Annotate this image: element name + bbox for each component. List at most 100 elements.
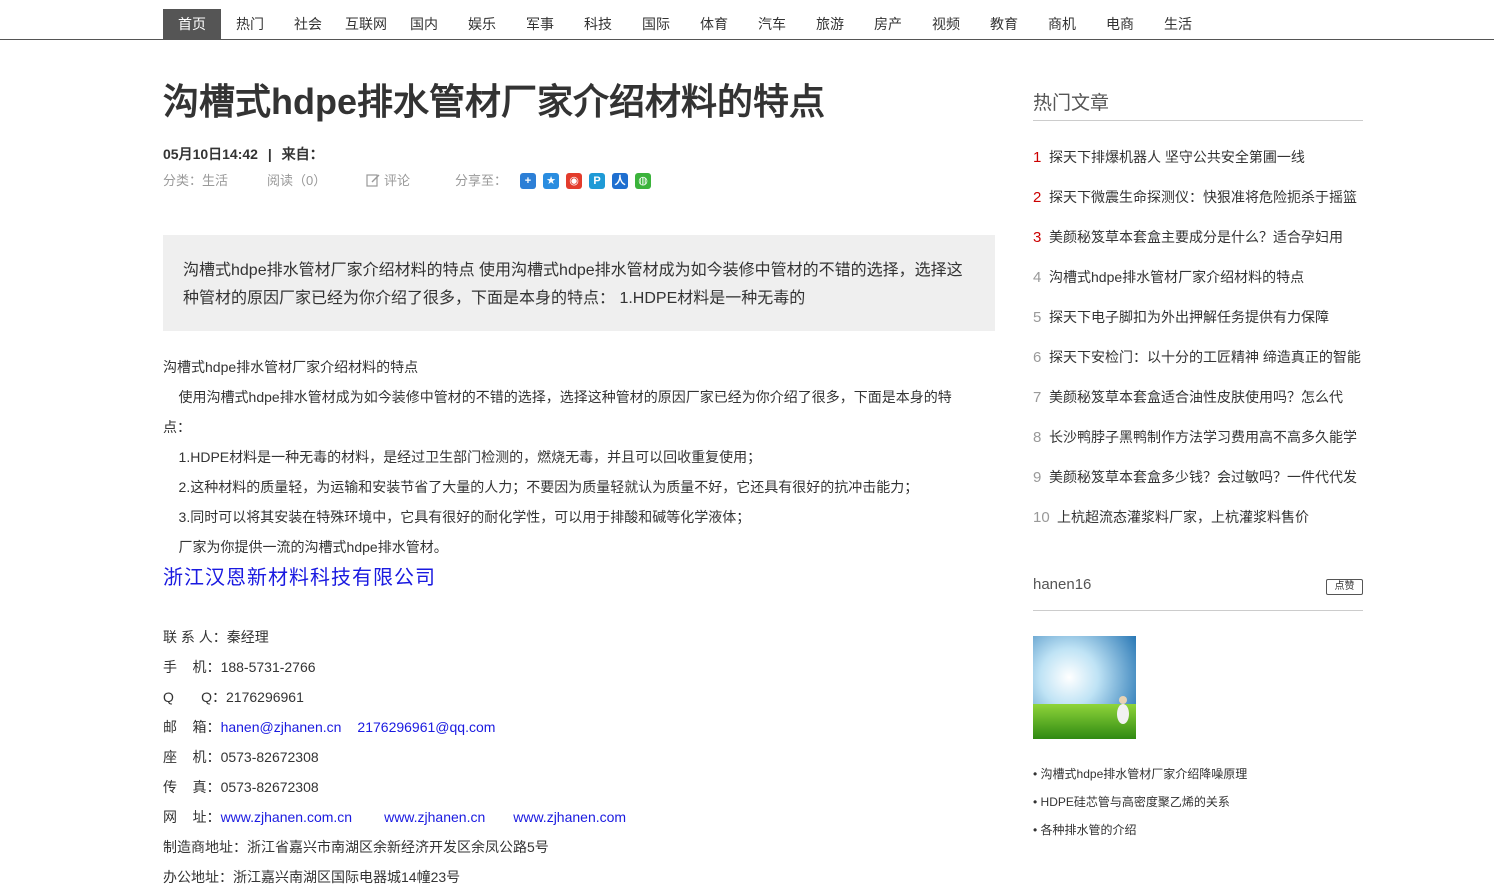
related-article-item[interactable]: 沟槽式hdpe排水管材厂家介绍降噪原理 bbox=[1033, 762, 1248, 790]
contact-tel: 座 机：0573-82672308 bbox=[163, 742, 319, 772]
share-label: 分享至： bbox=[455, 173, 508, 188]
related-article-item[interactable]: HDPE硅芯管与高密度聚乙烯的关系 bbox=[1033, 790, 1247, 818]
hot-article-title[interactable]: 探天下微震生命探测仪：快狠准将危险扼杀于摇篮 bbox=[1049, 189, 1357, 205]
contact-qq: Q Q：2176296961 bbox=[163, 682, 304, 712]
contact-label: 手 机： bbox=[163, 659, 221, 675]
article-summary: 沟槽式hdpe排水管材厂家介绍材料的特点 使用沟槽式hdpe排水管材成为如今装修… bbox=[163, 235, 995, 331]
comment-link[interactable]: 评论 bbox=[366, 171, 410, 191]
renren-icon[interactable]: 人 bbox=[612, 173, 628, 189]
like-button[interactable]: 点赞 bbox=[1326, 579, 1363, 595]
hot-article-title[interactable]: 美颜秘笈草本套盒多少钱？会过敏吗？一件代代发 bbox=[1049, 469, 1357, 485]
nav-item[interactable]: 商机 bbox=[1033, 9, 1091, 39]
related-article-item[interactable]: 各种排水管的介绍 bbox=[1033, 818, 1247, 846]
nav-item[interactable]: 首页 bbox=[163, 9, 221, 39]
share-icons: + ★ ◉ P 人 ◍ bbox=[520, 173, 651, 189]
author-name[interactable]: hanen16 bbox=[1033, 576, 1091, 593]
email-link[interactable]: 2176296961@qq.com bbox=[357, 719, 495, 735]
hot-article-item[interactable]: 7 美颜秘笈草本套盒适合油性皮肤使用吗？怎么代 bbox=[1033, 382, 1363, 422]
hot-article-item[interactable]: 9 美颜秘笈草本套盒多少钱？会过敏吗？一件代代发 bbox=[1033, 462, 1363, 502]
contact-value: 188-5731-2766 bbox=[220, 659, 316, 675]
nav-list: 首页 热门 社会 互联网 国内 娱乐 军事 科技 国际 体育 汽车 旅游 房产 视频 教育 商机 电商 生活 bbox=[163, 9, 1207, 39]
hot-article-item[interactable]: 10 上杭超流态灌浆料厂家，上杭灌浆料售价 bbox=[1033, 502, 1363, 542]
nav-item[interactable]: 电商 bbox=[1091, 9, 1149, 39]
contact-label: 网 址： bbox=[163, 809, 221, 825]
rank-number: 8 bbox=[1033, 429, 1042, 446]
summary-text: 沟槽式hdpe排水管材厂家介绍材料的特点 使用沟槽式hdpe排水管材成为如今装修… bbox=[183, 262, 963, 307]
qzone-icon[interactable]: + bbox=[520, 173, 536, 189]
nav-item[interactable]: 国内 bbox=[395, 9, 453, 39]
wechat-icon[interactable]: ◍ bbox=[635, 173, 651, 189]
hot-article-title[interactable]: 探天下排爆机器人 坚守公共安全第圃一线 bbox=[1049, 149, 1305, 165]
contact-person: 联 系 人：秦经理 bbox=[163, 622, 269, 652]
nav-item[interactable]: 军事 bbox=[511, 9, 569, 39]
hot-article-title[interactable]: 美颜秘笈草本套盒主要成分是什么？适合孕妇用 bbox=[1049, 229, 1343, 245]
hot-articles-title: 热门文章 bbox=[1033, 93, 1110, 114]
nav-item[interactable]: 娱乐 bbox=[453, 9, 511, 39]
meta-separator: | bbox=[267, 146, 272, 162]
hot-article-item[interactable]: 5 探天下电子脚扣为外出押解任务提供有力保障 bbox=[1033, 302, 1363, 342]
contact-email: 邮 箱：hanen@zjhanen.cn 2176296961@qq.com bbox=[163, 712, 495, 742]
article-category[interactable]: 分类：生活 bbox=[163, 171, 228, 191]
contact-office-address: 办公地址：浙江嘉兴南湖区国际电器城14幢23号 bbox=[163, 862, 460, 892]
nav-item[interactable]: 生活 bbox=[1149, 9, 1207, 39]
nav-item[interactable]: 体育 bbox=[685, 9, 743, 39]
website-link[interactable]: www.zjhanen.cn bbox=[384, 809, 485, 825]
contact-factory-address: 制造商地址：浙江省嘉兴市南湖区余新经济开发区余凤公路5号 bbox=[163, 832, 549, 862]
hot-article-title[interactable]: 沟槽式hdpe排水管材厂家介绍材料的特点 bbox=[1049, 269, 1304, 285]
rank-number: 4 bbox=[1033, 269, 1042, 286]
nav-item[interactable]: 教育 bbox=[975, 9, 1033, 39]
hot-article-item[interactable]: 8 长沙鸭脖子黑鸭制作方法学习费用高不高多久能学 bbox=[1033, 422, 1363, 462]
website-link[interactable]: www.zjhanen.com.cn bbox=[221, 809, 353, 825]
contact-value: 秦经理 bbox=[226, 629, 269, 645]
email-link[interactable]: hanen@zjhanen.cn bbox=[221, 719, 342, 735]
contact-website: 网 址：www.zjhanen.com.cn www.zjhanen.cn www.… bbox=[163, 802, 626, 832]
paragraph: 沟槽式hdpe排水管材厂家介绍材料的特点 bbox=[163, 359, 419, 375]
qq-icon[interactable]: ★ bbox=[543, 173, 559, 189]
rank-number: 2 bbox=[1033, 189, 1042, 206]
hot-article-item[interactable]: 6 探天下安检门：以十分的工匠精神 缔造真正的智能 bbox=[1033, 342, 1363, 382]
hot-article-item[interactable]: 4 沟槽式hdpe排水管材厂家介绍材料的特点 bbox=[1033, 262, 1363, 302]
contact-label: 办公地址： bbox=[163, 869, 233, 885]
rank-number: 3 bbox=[1033, 229, 1042, 246]
hot-article-item[interactable]: 2 探天下微震生命探测仪：快狠准将危险扼杀于摇篮 bbox=[1033, 182, 1363, 222]
nav-item[interactable]: 汽车 bbox=[743, 9, 801, 39]
nav-item[interactable]: 视频 bbox=[917, 9, 975, 39]
contact-label: 邮 箱： bbox=[163, 719, 221, 735]
divider bbox=[1033, 610, 1363, 611]
company-name[interactable]: 浙江汉恩新材料科技有限公司 bbox=[163, 561, 436, 590]
contact-label: 传 真： bbox=[163, 779, 221, 795]
article-info-bar: 分类：生活 阅读（0） 评论 分享至： + ★ ◉ P 人 ◍ bbox=[163, 171, 995, 191]
hot-article-title[interactable]: 美颜秘笈草本套盒适合油性皮肤使用吗？怎么代 bbox=[1049, 389, 1343, 405]
nav-item[interactable]: 社会 bbox=[279, 9, 337, 39]
nav-item[interactable]: 科技 bbox=[569, 9, 627, 39]
hot-article-title[interactable]: 上杭超流态灌浆料厂家，上杭灌浆料售价 bbox=[1057, 509, 1309, 525]
hot-article-title[interactable]: 探天下电子脚扣为外出押解任务提供有力保障 bbox=[1049, 309, 1329, 325]
nav-item[interactable]: 互联网 bbox=[337, 9, 395, 39]
rank-number: 7 bbox=[1033, 389, 1042, 406]
contact-label: 联 系 人： bbox=[163, 629, 227, 645]
rank-number: 10 bbox=[1033, 509, 1050, 526]
website-link[interactable]: www.zjhanen.com bbox=[513, 809, 626, 825]
nav-item[interactable]: 国际 bbox=[627, 9, 685, 39]
article-reads: 阅读（0） bbox=[267, 173, 327, 188]
weibo-icon[interactable]: ◉ bbox=[566, 173, 582, 189]
tencent-weibo-icon[interactable]: P bbox=[589, 173, 605, 189]
nav-item[interactable]: 热门 bbox=[221, 9, 279, 39]
contact-label: 座 机： bbox=[163, 749, 221, 765]
hot-article-item[interactable]: 1 探天下排爆机器人 坚守公共安全第圃一线 bbox=[1033, 142, 1363, 182]
related-articles: 沟槽式hdpe排水管材厂家介绍降噪原理HDPE硅芯管与高密度聚乙烯的关系各种排水… bbox=[1033, 762, 1248, 846]
rank-number: 9 bbox=[1033, 469, 1042, 486]
avatar[interactable] bbox=[1033, 636, 1136, 739]
hot-article-item[interactable]: 3 美颜秘笈草本套盒主要成分是什么？适合孕妇用 bbox=[1033, 222, 1363, 262]
article-title: 沟槽式hdpe排水管材厂家介绍材料的特点 bbox=[163, 81, 825, 122]
article-meta: 05月10日14:42 | 来自： bbox=[163, 144, 324, 164]
contact-fax: 传 真：0573-82672308 bbox=[163, 772, 319, 802]
hot-article-title[interactable]: 探天下安检门：以十分的工匠精神 缔造真正的智能 bbox=[1049, 349, 1361, 365]
nav-item[interactable]: 旅游 bbox=[801, 9, 859, 39]
nav-item[interactable]: 房产 bbox=[859, 9, 917, 39]
hot-article-title[interactable]: 长沙鸭脖子黑鸭制作方法学习费用高不高多久能学 bbox=[1049, 429, 1357, 445]
article-source-label: 来自： bbox=[281, 146, 324, 162]
paragraph: 1.HDPE材料是一种无毒的材料，是经过卫生部门检测的，燃烧无毒，并且可以回收重… bbox=[163, 449, 762, 465]
paragraph: 3.同时可以将其安装在特殊环境中，它具有很好的耐化学性，可以用于排酸和碱等化学液… bbox=[163, 509, 751, 525]
rank-number: 1 bbox=[1033, 149, 1042, 166]
